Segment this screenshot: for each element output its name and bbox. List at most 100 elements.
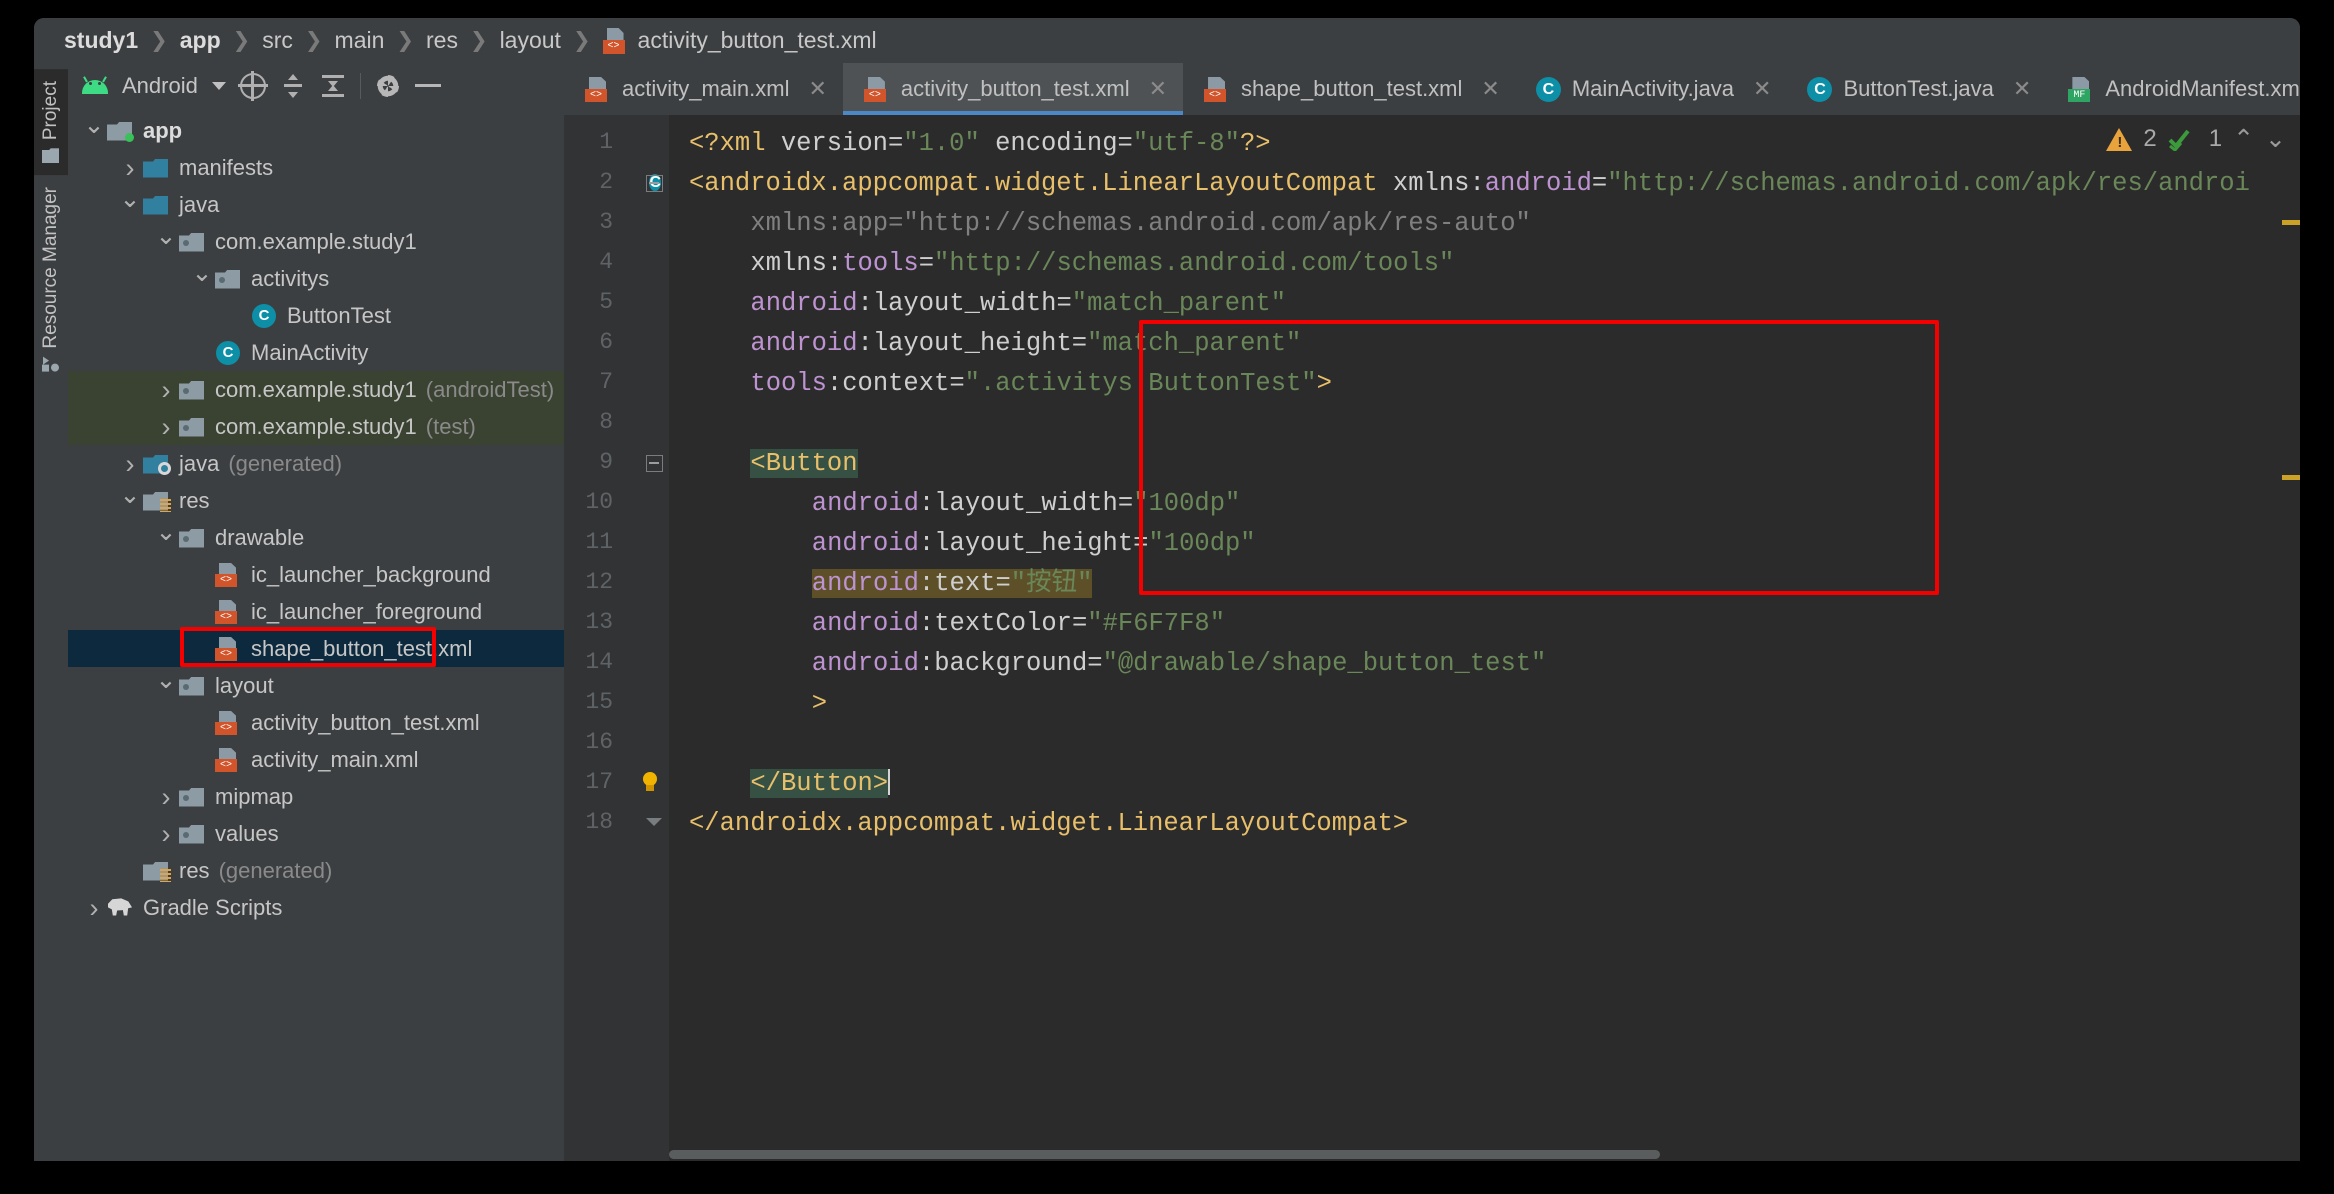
code-line[interactable]: <Button <box>750 449 858 479</box>
close-icon[interactable]: ✕ <box>1753 76 1771 102</box>
breadcrumb-item-0[interactable]: study1 <box>64 27 138 54</box>
xml-file-icon: <> <box>214 562 242 587</box>
code-line[interactable]: android:background="@drawable/shape_butt… <box>812 649 1547 679</box>
code-line[interactable]: android:layout_width="100dp" <box>812 489 1241 519</box>
editor-tab-mainactivity-java[interactable]: C MainActivity.java ✕ <box>1516 63 1788 115</box>
intention-bulb-icon[interactable] <box>637 771 663 797</box>
code-line[interactable]: android:text="按钮" <box>811 569 1093 599</box>
breadcrumb-item-1[interactable]: app <box>180 27 221 54</box>
editor-tab-buttontest-java[interactable]: C ButtonTest.java ✕ <box>1787 63 2047 115</box>
code-line[interactable]: tools:context=".activitys.ButtonTest"> <box>750 369 1332 399</box>
code-fold-toggle[interactable] <box>646 455 663 472</box>
prev-problem-icon[interactable]: ⌃ <box>2233 124 2254 154</box>
code-line[interactable]: </androidx.appcompat.widget.LinearLayout… <box>689 809 1408 839</box>
code-line[interactable]: <androidx.appcompat.widget.LinearLayoutC… <box>689 169 2250 199</box>
tree-item-label: java <box>179 191 220 217</box>
tree-item-buttontest[interactable]: C ButtonTest <box>68 297 564 334</box>
inspection-strip[interactable] <box>2268 115 2300 1161</box>
tree-item-java[interactable]: java (generated) <box>68 445 564 482</box>
breadcrumb-item-5[interactable]: layout <box>500 27 561 54</box>
select-opened-file-icon[interactable] <box>237 70 268 101</box>
editor-tab-androidmanifest-xml[interactable]: MF AndroidManifest.xml <box>2047 63 2300 115</box>
inspection-mark[interactable] <box>2282 220 2300 225</box>
tree-expander[interactable] <box>154 671 178 701</box>
code-fold-toggle[interactable] <box>646 175 663 192</box>
tree-item-mainactivity[interactable]: C MainActivity <box>68 334 564 371</box>
tree-item-com-example-study1[interactable]: com.example.study1 (test) <box>68 408 564 445</box>
tree-item-res[interactable]: res <box>68 482 564 519</box>
code-line[interactable]: android:layout_height="100dp" <box>812 529 1256 559</box>
editor-tab-bar[interactable]: <> activity_main.xml ✕ <> activity_button_te… <box>564 63 2300 115</box>
breadcrumb-file[interactable]: activity_button_test.xml <box>638 27 877 54</box>
breadcrumb-item-2[interactable]: src <box>262 27 293 54</box>
breadcrumb-item-3[interactable]: main <box>335 27 385 54</box>
tree-item-shape-button-test-xml[interactable]: <> shape_button_test.xml <box>68 630 564 667</box>
rail-tab-resource-manager[interactable]: Resource Manager <box>34 175 68 384</box>
code-token: </androidx.appcompat.widget.LinearLayout… <box>689 809 1409 838</box>
tree-item-com-example-study1[interactable]: com.example.study1 <box>68 223 564 260</box>
tree-expander[interactable] <box>82 116 106 146</box>
code-content[interactable]: <?xml version="1.0" encoding="utf-8"?> <a… <box>669 115 2300 1161</box>
gear-icon[interactable] <box>374 72 401 99</box>
code-line[interactable]: > <box>812 689 827 719</box>
hide-panel-icon[interactable] <box>414 84 441 87</box>
editor-tab-activity-button-test-xml[interactable]: <> activity_button_test.xml ✕ <box>842 63 1184 115</box>
next-problem-icon[interactable]: ⌄ <box>2265 124 2286 154</box>
editor-tab-activity-main-xml[interactable]: <> activity_main.xml ✕ <box>564 63 843 115</box>
tree-item-activitys[interactable]: activitys <box>68 260 564 297</box>
horizontal-scrollbar[interactable] <box>669 1147 2268 1161</box>
tree-expander[interactable] <box>118 486 142 516</box>
project-tree[interactable]: app manifests java com.example.study1 activi… <box>68 108 564 1161</box>
tree-item-drawable[interactable]: drawable <box>68 519 564 556</box>
close-icon[interactable]: ✕ <box>808 76 826 102</box>
inspection-mark[interactable] <box>2282 475 2300 480</box>
tree-item-ic-launcher-background[interactable]: <> ic_launcher_background <box>68 556 564 593</box>
code-line[interactable]: xmlns:tools="http://schemas.android.com/… <box>750 249 1454 279</box>
tree-expander[interactable] <box>154 523 178 553</box>
tree-item-com-example-study1[interactable]: com.example.study1 (androidTest) <box>68 371 564 408</box>
tree-item-manifests[interactable]: manifests <box>68 149 564 186</box>
tree-item-mipmap[interactable]: mipmap <box>68 778 564 815</box>
tree-item-java[interactable]: java <box>68 186 564 223</box>
close-icon[interactable]: ✕ <box>1149 76 1167 102</box>
breadcrumb-item-4[interactable]: res <box>426 27 458 54</box>
tree-item-app[interactable]: app <box>68 112 564 149</box>
close-icon[interactable]: ✕ <box>2013 76 2031 102</box>
tree-item-res[interactable]: res (generated) <box>68 852 564 889</box>
breadcrumb-separator: ❯ <box>396 29 414 52</box>
tree-item-suffix: (test) <box>425 413 476 439</box>
code-fold-end-marker[interactable] <box>646 815 663 832</box>
editor-gutter[interactable]: 12C3456789101112131415161718 <box>564 115 669 1161</box>
code-token: "1.0" <box>903 129 980 158</box>
code-line[interactable]: android:layout_width="match_parent" <box>750 289 1286 319</box>
expand-all-icon[interactable] <box>280 73 306 99</box>
code-editor[interactable]: 12C3456789101112131415161718 <?xml versi… <box>564 115 2300 1161</box>
tree-item-activity-button-test-xml[interactable]: <> activity_button_test.xml <box>68 704 564 741</box>
project-view-selector-label[interactable]: Android <box>122 73 198 99</box>
tree-expander[interactable] <box>190 264 214 294</box>
code-line[interactable]: <?xml version="1.0" encoding="utf-8"?> <box>689 129 1271 159</box>
folder-generated-icon <box>142 452 171 476</box>
rail-tab-project[interactable]: Project <box>34 69 68 176</box>
chevron-down-icon[interactable] <box>211 81 226 90</box>
code-token: = <box>1117 129 1133 158</box>
collapse-all-icon[interactable] <box>320 73 346 99</box>
tree-item-ic-launcher-foreground[interactable]: <> ic_launcher_foreground <box>68 593 564 630</box>
tree-item-layout[interactable]: layout <box>68 667 564 704</box>
code-token: > <box>1316 369 1332 398</box>
code-line[interactable]: android:textColor="#F6F7F8" <box>812 609 1225 639</box>
tree-item-gradle-scripts[interactable]: Gradle Scripts <box>68 889 564 926</box>
tree-item-activity-main-xml[interactable]: <> activity_main.xml <box>68 741 564 778</box>
code-line[interactable]: </Button> <box>750 769 891 799</box>
code-line[interactable]: android:layout_height="match_parent" <box>750 329 1301 359</box>
code-line[interactable]: xmlns:app="http://schemas.android.com/ap… <box>750 209 1530 239</box>
code-token: layout_width <box>934 489 1118 518</box>
tree-item-values[interactable]: values <box>68 815 564 852</box>
close-icon[interactable]: ✕ <box>1481 76 1499 102</box>
tree-expander[interactable] <box>118 190 142 220</box>
tree-item-label: Gradle Scripts <box>143 894 283 920</box>
scrollbar-thumb[interactable] <box>669 1150 1661 1159</box>
tree-item-label: java <box>179 450 220 476</box>
tree-expander[interactable] <box>154 227 178 257</box>
editor-tab-shape-button-test-xml[interactable]: <> shape_button_test.xml ✕ <box>1183 63 1516 115</box>
